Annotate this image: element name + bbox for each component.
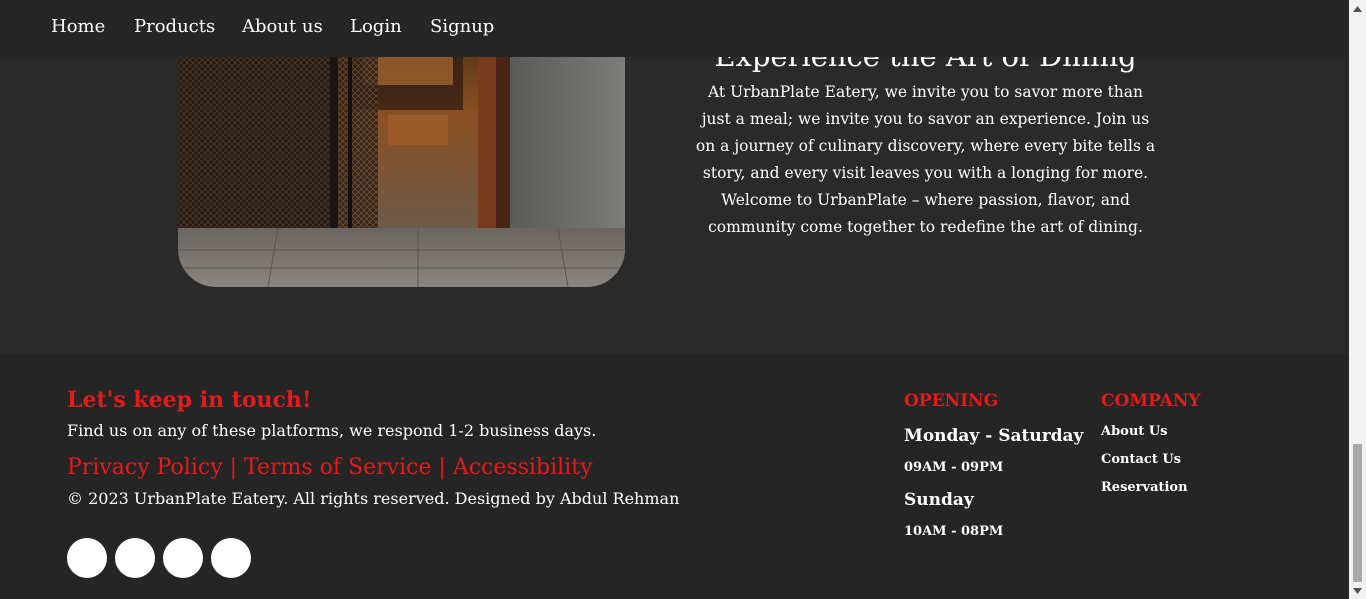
footer: Let's keep in touch! Find us on any of t… — [0, 354, 1349, 599]
nav-about-us[interactable]: About us — [242, 16, 323, 37]
scrollbar-thumb[interactable] — [1353, 444, 1362, 582]
footer-link-about-us[interactable]: About Us — [1101, 424, 1168, 439]
social-icon[interactable] — [115, 538, 155, 578]
social-icon[interactable] — [163, 538, 203, 578]
scroll-down-arrow-icon[interactable] — [1349, 582, 1366, 599]
opening-heading: OPENING — [904, 391, 999, 411]
nav-products[interactable]: Products — [134, 16, 215, 37]
weekday-hours: 09AM - 09PM — [904, 460, 1004, 475]
keep-in-touch-heading: Let's keep in touch! — [67, 387, 312, 413]
terms-of-service-link[interactable]: Terms of Service — [244, 455, 431, 480]
sunday-hours: 10AM - 08PM — [904, 524, 1004, 539]
footer-link-reservation[interactable]: Reservation — [1101, 480, 1188, 495]
scroll-up-arrow-icon[interactable] — [1349, 0, 1366, 17]
social-icon[interactable] — [211, 538, 251, 578]
accessibility-link[interactable]: Accessibility — [453, 455, 593, 480]
nav-home[interactable]: Home — [51, 16, 105, 37]
social-icon[interactable] — [67, 538, 107, 578]
footer-link-contact-us[interactable]: Contact Us — [1101, 452, 1181, 467]
company-heading: COMPANY — [1101, 391, 1201, 411]
legal-separator: | — [222, 455, 245, 480]
page: Experience the Art of Dining At UrbanPla… — [0, 0, 1349, 599]
about-description: At UrbanPlate Eatery, we invite you to s… — [695, 83, 1156, 236]
privacy-policy-link[interactable]: Privacy Policy — [67, 455, 223, 480]
sunday-label: Sunday — [904, 490, 974, 510]
legal-separator: | — [431, 455, 453, 480]
copyright-text: © 2023 UrbanPlate Eatery. All rights res… — [67, 489, 680, 508]
vertical-scrollbar[interactable] — [1349, 0, 1366, 599]
weekday-label: Monday - Saturday — [904, 426, 1084, 446]
social-links — [67, 538, 251, 578]
legal-links: Privacy Policy | Terms of Service | Acce… — [67, 455, 593, 480]
keep-in-touch-subtitle: Find us on any of these platforms, we re… — [67, 421, 597, 440]
nav-signup[interactable]: Signup — [430, 16, 494, 37]
top-navbar: Home Products About us Login Signup — [0, 0, 1349, 57]
nav-login[interactable]: Login — [350, 16, 402, 37]
